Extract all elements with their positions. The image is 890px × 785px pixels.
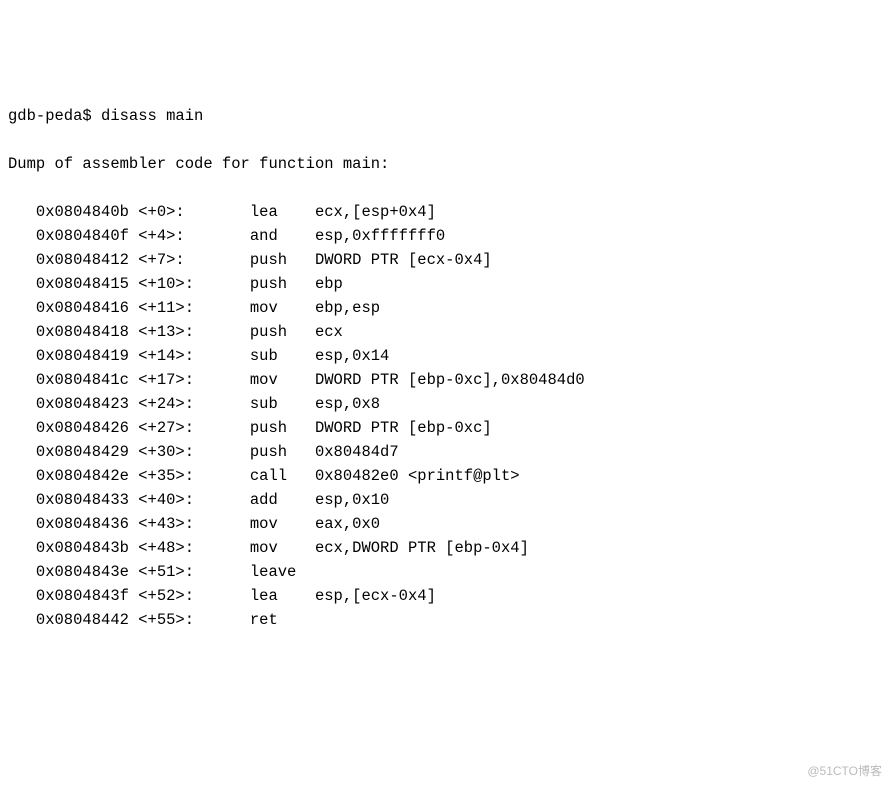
asm-line: 0x08048436 <+43>: mov eax,0x0	[8, 512, 882, 536]
asm-line: 0x0804840b <+0>: lea ecx,[esp+0x4]	[8, 200, 882, 224]
asm-line: 0x08048416 <+11>: mov ebp,esp	[8, 296, 882, 320]
asm-line: 0x0804842e <+35>: call 0x80482e0 <printf…	[8, 464, 882, 488]
asm-line: 0x08048426 <+27>: push DWORD PTR [ebp-0x…	[8, 416, 882, 440]
asm-line: 0x0804843f <+52>: lea esp,[ecx-0x4]	[8, 584, 882, 608]
dump-header-line: Dump of assembler code for function main…	[8, 152, 882, 176]
watermark-text: @51CTO博客	[807, 762, 882, 781]
asm-line: 0x08048429 <+30>: push 0x80484d7	[8, 440, 882, 464]
asm-line: 0x08048423 <+24>: sub esp,0x8	[8, 392, 882, 416]
asm-line: 0x0804841c <+17>: mov DWORD PTR [ebp-0xc…	[8, 368, 882, 392]
asm-line: 0x0804840f <+4>: and esp,0xfffffff0	[8, 224, 882, 248]
gdb-prompt-line: gdb-peda$ disass main	[8, 104, 882, 128]
asm-line: 0x08048442 <+55>: ret	[8, 608, 882, 632]
asm-line: 0x08048412 <+7>: push DWORD PTR [ecx-0x4…	[8, 248, 882, 272]
asm-line: 0x08048418 <+13>: push ecx	[8, 320, 882, 344]
asm-line: 0x0804843e <+51>: leave	[8, 560, 882, 584]
asm-line: 0x08048419 <+14>: sub esp,0x14	[8, 344, 882, 368]
asm-line: 0x08048433 <+40>: add esp,0x10	[8, 488, 882, 512]
disassembly-body: 0x0804840b <+0>: lea ecx,[esp+0x4] 0x080…	[8, 200, 882, 632]
asm-line: 0x0804843b <+48>: mov ecx,DWORD PTR [ebp…	[8, 536, 882, 560]
asm-line: 0x08048415 <+10>: push ebp	[8, 272, 882, 296]
